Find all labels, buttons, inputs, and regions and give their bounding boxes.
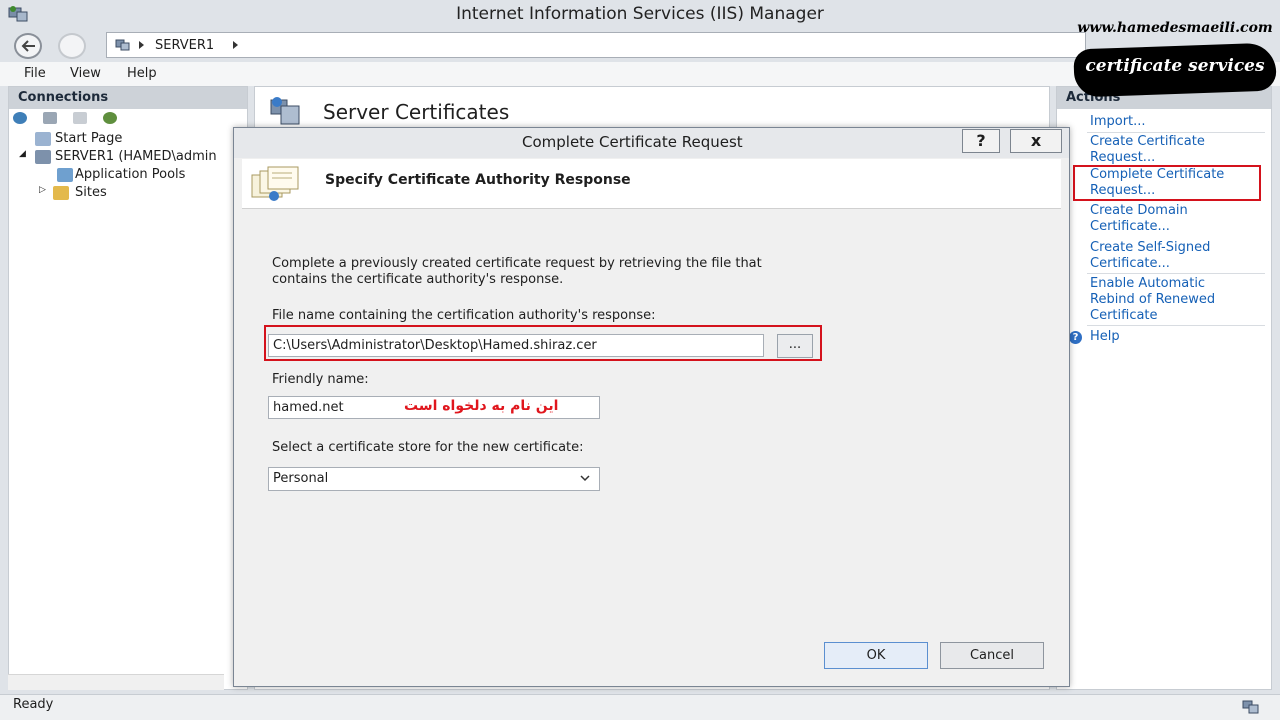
save-icon[interactable] <box>43 112 57 124</box>
sites-icon <box>53 186 69 200</box>
breadcrumb[interactable]: SERVER1 <box>106 32 1086 58</box>
action-enable-rebind[interactable]: Enable Automatic Rebind of Renewed Certi… <box>1090 276 1240 324</box>
chevron-down-icon <box>580 475 590 482</box>
action-create-self-signed[interactable]: Create Self-Signed Certificate... <box>1090 240 1230 272</box>
tree-server[interactable]: SERVER1 (HAMED\admin <box>55 149 217 164</box>
file-label: File name containing the certification a… <box>272 308 656 323</box>
certificate-store-select[interactable]: Personal <box>268 467 600 491</box>
dialog-close-button[interactable]: x <box>1010 129 1062 153</box>
server-certificates-icon <box>270 97 300 125</box>
help-icon: ? <box>1069 331 1082 344</box>
server-icon <box>35 150 51 164</box>
menu-file[interactable]: File <box>24 66 46 81</box>
connections-toolbar <box>9 109 247 127</box>
app-pools-icon <box>57 168 73 182</box>
network-icon <box>1242 700 1259 714</box>
store-selected-value: Personal <box>273 471 329 486</box>
browse-button[interactable]: ... <box>777 334 813 358</box>
action-help[interactable]: Help <box>1090 329 1266 345</box>
actions-divider <box>1087 325 1265 326</box>
friendly-name-label: Friendly name: <box>272 372 369 387</box>
tree-sites[interactable]: Sites <box>75 185 107 200</box>
action-create-domain-cert[interactable]: Create Domain Certificate... <box>1090 203 1210 235</box>
highlight-complete-request <box>1073 165 1261 201</box>
breadcrumb-server[interactable]: SERVER1 <box>155 38 214 53</box>
dialog-help-button[interactable]: ? <box>962 129 1000 153</box>
status-text: Ready <box>13 697 54 712</box>
complete-certificate-request-dialog: Complete Certificate Request ? x Specify… <box>233 127 1070 687</box>
forward-button[interactable] <box>58 33 86 59</box>
watermark-site: www.hamedesmaeili.com <box>1077 20 1273 36</box>
actions-divider <box>1087 132 1265 133</box>
action-import[interactable]: Import... <box>1090 114 1266 130</box>
breadcrumb-chevron-icon <box>139 41 144 49</box>
file-name-input[interactable]: C:\Users\Administrator\Desktop\Hamed.shi… <box>268 334 764 357</box>
tree-expand-icon[interactable]: ◢ <box>19 149 26 159</box>
breadcrumb-chevron-icon[interactable] <box>233 41 238 49</box>
dialog-body: Complete a previously created certificat… <box>242 210 1061 680</box>
start-page-icon <box>35 132 51 146</box>
tree-app-pools[interactable]: Application Pools <box>75 167 185 182</box>
up-icon[interactable] <box>73 112 87 124</box>
actions-divider <box>1087 273 1265 274</box>
connect-icon[interactable] <box>13 112 27 124</box>
back-arrow-icon <box>21 40 35 52</box>
action-create-request[interactable]: Create Certificate Request... <box>1090 134 1240 166</box>
watermark: www.hamedesmaeili.com certificate servic… <box>1068 10 1280 114</box>
disconnect-icon[interactable] <box>103 112 117 124</box>
status-bar: Ready <box>0 694 1280 720</box>
server-icon <box>115 39 130 51</box>
dialog-heading: Specify Certificate Authority Response <box>325 172 631 188</box>
cancel-button[interactable]: Cancel <box>940 642 1044 669</box>
connections-scrollbar[interactable] <box>8 674 224 690</box>
menu-help[interactable]: Help <box>127 66 157 81</box>
connections-pane: Connections Start Page ◢ SERVER1 (HAMED\… <box>8 86 248 690</box>
ok-button[interactable]: OK <box>824 642 928 669</box>
intro-text: Complete a previously created certificat… <box>272 256 762 287</box>
certificate-wizard-icon <box>251 166 299 201</box>
connections-header: Connections <box>9 87 247 109</box>
menu-view[interactable]: View <box>70 66 101 81</box>
friendly-name-note: این نام به دلخواه است <box>404 398 559 414</box>
tree-start-page[interactable]: Start Page <box>55 131 122 146</box>
tree-collapse-icon[interactable]: ▷ <box>39 185 46 195</box>
dialog-header: Specify Certificate Authority Response <box>242 159 1061 209</box>
dialog-title-bar: Complete Certificate Request ? x <box>234 128 1069 158</box>
watermark-caption: certificate services <box>1085 56 1265 76</box>
store-label: Select a certificate store for the new c… <box>272 440 584 455</box>
page-title: Server Certificates <box>323 100 510 124</box>
back-button[interactable] <box>14 33 42 59</box>
dialog-title: Complete Certificate Request <box>522 133 743 151</box>
